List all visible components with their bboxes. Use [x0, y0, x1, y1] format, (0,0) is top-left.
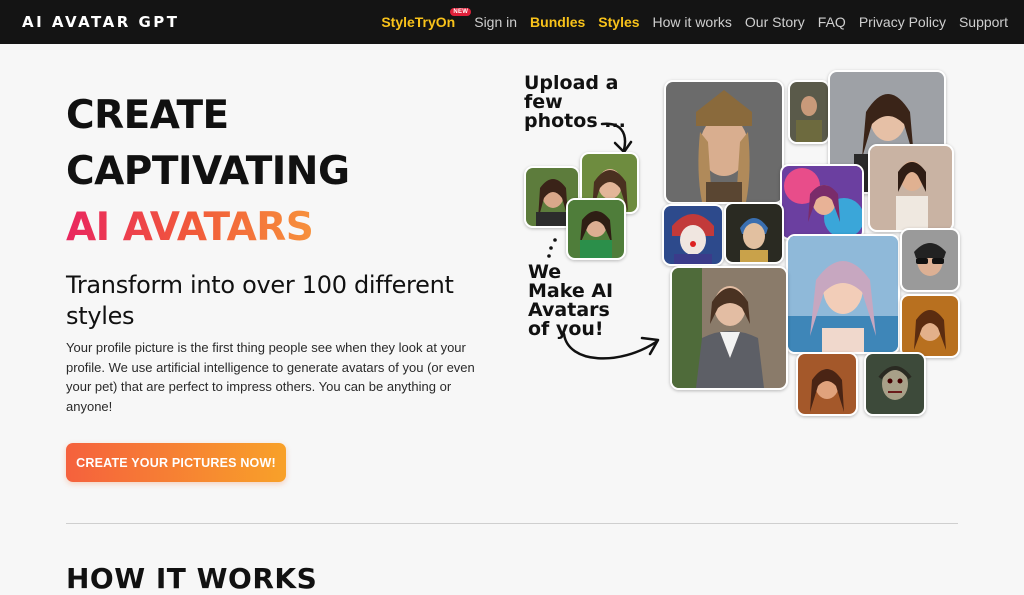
- top-navbar: AI AVATAR GPT StyleTryOn NEW Sign in Bun…: [0, 0, 1024, 44]
- brand-logo[interactable]: AI AVATAR GPT: [22, 13, 180, 31]
- avatar-anime: [786, 234, 900, 354]
- nav-styletryon-label: StyleTryOn: [381, 14, 456, 30]
- avatar-golden: [900, 294, 960, 358]
- hero-title-line3: AI AVATARS: [66, 200, 349, 256]
- curved-arrow-right-icon: [562, 332, 660, 360]
- avatar-colorful-art: [780, 164, 864, 240]
- avatar-casual: [868, 144, 954, 232]
- curved-arrow-down-icon: [600, 122, 633, 154]
- nav-styles-link[interactable]: Styles: [598, 14, 639, 30]
- avatar-classic-painting: [724, 202, 784, 264]
- avatar-soldier: [788, 80, 830, 144]
- create-pictures-button[interactable]: CREATE YOUR PICTURES NOW!: [66, 443, 286, 482]
- section-divider: [66, 523, 958, 524]
- nav-how-it-works-link[interactable]: How it works: [653, 14, 732, 30]
- avatar-clown: [662, 204, 724, 266]
- nav-faq-link[interactable]: FAQ: [818, 14, 846, 30]
- uploaded-photo: [566, 198, 626, 260]
- nav-support-link[interactable]: Support: [959, 14, 1008, 30]
- nav-bundles-link[interactable]: Bundles: [530, 14, 585, 30]
- hero-subheading: Transform into over 100 different styles: [66, 271, 454, 330]
- nav-our-story-link[interactable]: Our Story: [745, 14, 805, 30]
- nav-links: StyleTryOn NEW Sign in Bundles Styles Ho…: [381, 0, 1008, 44]
- new-badge: NEW: [450, 8, 472, 16]
- dotted-line-icon: [547, 238, 557, 258]
- hero-title: CREATE CAPTIVATING AI AVATARS: [66, 88, 350, 256]
- make-avatars-caption: We Make AI Avatars of you!: [528, 261, 614, 340]
- nav-styletryon-link[interactable]: StyleTryOn NEW: [381, 8, 472, 30]
- avatar-sunglasses: [900, 228, 960, 292]
- avatar-zombie: [864, 352, 926, 416]
- nav-privacy-policy-link[interactable]: Privacy Policy: [859, 14, 946, 30]
- nav-signin-link[interactable]: Sign in: [474, 14, 517, 30]
- hero-description: Your profile picture is the first thing …: [66, 340, 475, 414]
- avatar-warrior: [664, 80, 784, 204]
- hero-title-line1: CREATE: [66, 93, 229, 138]
- how-it-works-heading: HOW IT WORKS: [66, 562, 318, 595]
- hero-title-line2: CAPTIVATING: [66, 149, 350, 194]
- avatar-warm-portrait: [796, 352, 858, 416]
- avatar-professional: [670, 266, 788, 390]
